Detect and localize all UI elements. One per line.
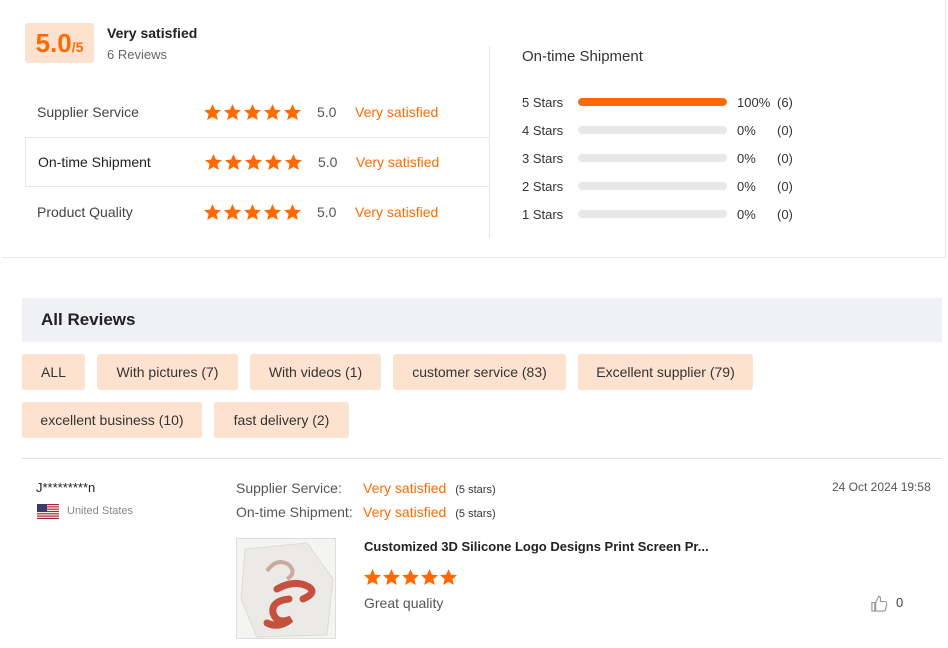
distribution-bar: [578, 126, 727, 134]
star-icon: [203, 103, 222, 122]
review-rating-stars: [363, 568, 458, 587]
distribution-percent: 0%: [737, 178, 756, 194]
reviewer-name: J*********n: [36, 480, 96, 495]
dimension-label: Supplier Service: [37, 104, 139, 120]
dimension-stars: [203, 103, 302, 122]
distribution-label: 3 Stars: [522, 150, 564, 166]
distribution-percent: 0%: [737, 206, 756, 222]
review-count: 6 Reviews: [107, 47, 167, 62]
star-icon: [439, 568, 458, 587]
star-icon: [420, 568, 439, 587]
star-icon: [264, 153, 283, 172]
star-icon: [223, 203, 242, 222]
like-count: 0: [896, 595, 904, 610]
star-icon: [223, 103, 242, 122]
star-icon: [382, 568, 401, 587]
distribution-count: (0): [777, 150, 793, 166]
overall-satisfaction-label: Very satisfied: [107, 25, 198, 41]
meta-value: Very satisfied: [363, 504, 447, 520]
distribution-percent: 0%: [737, 150, 756, 166]
distribution-bar: [578, 182, 727, 190]
distribution-row: 5 Stars 100% (6): [522, 92, 817, 112]
star-icon: [203, 203, 222, 222]
dimension-row-on-time-shipment[interactable]: On-time Shipment 5.0 Very satisfied: [25, 137, 490, 187]
tag-customer-service[interactable]: customer service (83): [393, 354, 566, 390]
distribution-bar: [578, 154, 727, 162]
star-icon: [284, 153, 303, 172]
star-icon: [204, 153, 223, 172]
distribution-row: 1 Stars 0% (0): [522, 204, 817, 224]
star-icon: [243, 103, 262, 122]
tag-fast-delivery[interactable]: fast delivery (2): [214, 402, 349, 438]
overall-score: 5.0: [35, 28, 72, 58]
star-icon: [283, 203, 302, 222]
star-icon: [244, 153, 263, 172]
dimension-satisfaction: Very satisfied: [355, 104, 439, 120]
star-icon: [401, 568, 420, 587]
reviewer-country: United States: [67, 505, 134, 517]
distribution-row: 2 Stars 0% (0): [522, 176, 817, 196]
us-flag-icon: [37, 504, 59, 519]
meta-label: On-time Shipment:: [236, 504, 353, 520]
meta-stars: (5 stars): [455, 484, 496, 496]
tag-all[interactable]: ALL: [22, 354, 85, 390]
dimension-score: 5.0: [317, 204, 337, 220]
star-icon: [224, 153, 243, 172]
distribution-bar: [578, 210, 727, 218]
review-meta-supplier-service: Supplier Service: Very satisfied (5 star…: [236, 480, 496, 496]
all-reviews-header: All Reviews: [22, 298, 942, 342]
tag-excellent-business[interactable]: excellent business (10): [22, 402, 202, 438]
meta-label: Supplier Service:: [236, 480, 342, 496]
tag-with-pictures[interactable]: With pictures (7): [97, 354, 238, 390]
dimension-label: Product Quality: [37, 204, 133, 220]
meta-value: Very satisfied: [363, 480, 447, 496]
review-meta-on-time-shipment: On-time Shipment: Very satisfied (5 star…: [236, 504, 496, 520]
summary-divider: [489, 46, 490, 238]
tag-with-videos[interactable]: With videos (1): [250, 354, 381, 390]
star-icon: [243, 203, 262, 222]
distribution-count: (6): [777, 94, 793, 110]
distribution-count: (0): [777, 206, 793, 222]
dimension-stars: [204, 153, 303, 172]
dimension-satisfaction: Very satisfied: [355, 204, 439, 220]
distribution-label: 2 Stars: [522, 178, 564, 194]
meta-stars: (5 stars): [455, 508, 496, 520]
product-title[interactable]: Customized 3D Silicone Logo Designs Prin…: [364, 539, 709, 554]
review-date: 24 Oct 2024 19:58: [832, 480, 931, 494]
distribution-row: 3 Stars 0% (0): [522, 148, 817, 168]
star-icon: [283, 103, 302, 122]
dimension-label: On-time Shipment: [38, 154, 151, 170]
distribution-count: (0): [777, 122, 793, 138]
tag-excellent-supplier[interactable]: Excellent supplier (79): [578, 354, 753, 390]
thumbs-up-icon[interactable]: [870, 594, 889, 613]
distribution-bar-fill: [578, 98, 727, 106]
dimension-row-supplier-service[interactable]: Supplier Service 5.0 Very satisfied: [25, 87, 490, 137]
distribution-count: (0): [777, 178, 793, 194]
dimension-score: 5.0: [318, 154, 338, 170]
overall-score-max: /5: [71, 39, 84, 55]
star-icon: [263, 103, 282, 122]
distribution-percent: 100%: [737, 94, 771, 110]
overall-score-badge: 5.0 /5: [25, 23, 94, 63]
star-icon: [263, 203, 282, 222]
distribution-row: 4 Stars 0% (0): [522, 120, 817, 140]
reviews-divider: [22, 458, 942, 459]
rating-summary-card: 5.0 /5 Very satisfied 6 Reviews Supplier…: [2, 0, 946, 258]
distribution-label: 1 Stars: [522, 206, 564, 222]
distribution-percent: 0%: [737, 122, 756, 138]
distribution-title: On-time Shipment: [522, 48, 643, 65]
dimension-row-product-quality[interactable]: Product Quality 5.0 Very satisfied: [25, 187, 490, 237]
distribution-label: 5 Stars: [522, 94, 564, 110]
product-thumbnail[interactable]: [236, 538, 336, 639]
product-image: [237, 539, 335, 638]
star-icon: [363, 568, 382, 587]
distribution-label: 4 Stars: [522, 122, 564, 138]
dimension-stars: [203, 203, 302, 222]
distribution-bar: [578, 98, 727, 106]
dimension-score: 5.0: [317, 104, 337, 120]
dimension-satisfaction: Very satisfied: [356, 154, 440, 170]
review-text: Great quality: [364, 595, 444, 611]
